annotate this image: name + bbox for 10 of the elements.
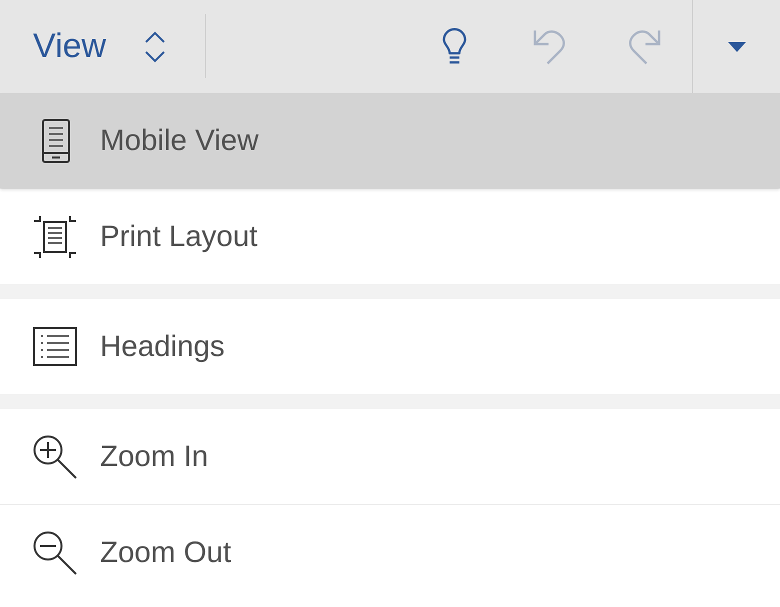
caret-icon (728, 42, 746, 52)
lightbulb-icon (442, 28, 467, 65)
undo-icon (533, 28, 566, 64)
page-frame-icon (33, 214, 77, 258)
list-icon (33, 327, 77, 366)
phone-icon (42, 118, 70, 162)
zoom-in-icon (33, 434, 77, 478)
menu-item[interactable]: Mobile View (0, 93, 780, 188)
redo-icon (628, 28, 661, 64)
zoom-out-icon (33, 530, 77, 574)
